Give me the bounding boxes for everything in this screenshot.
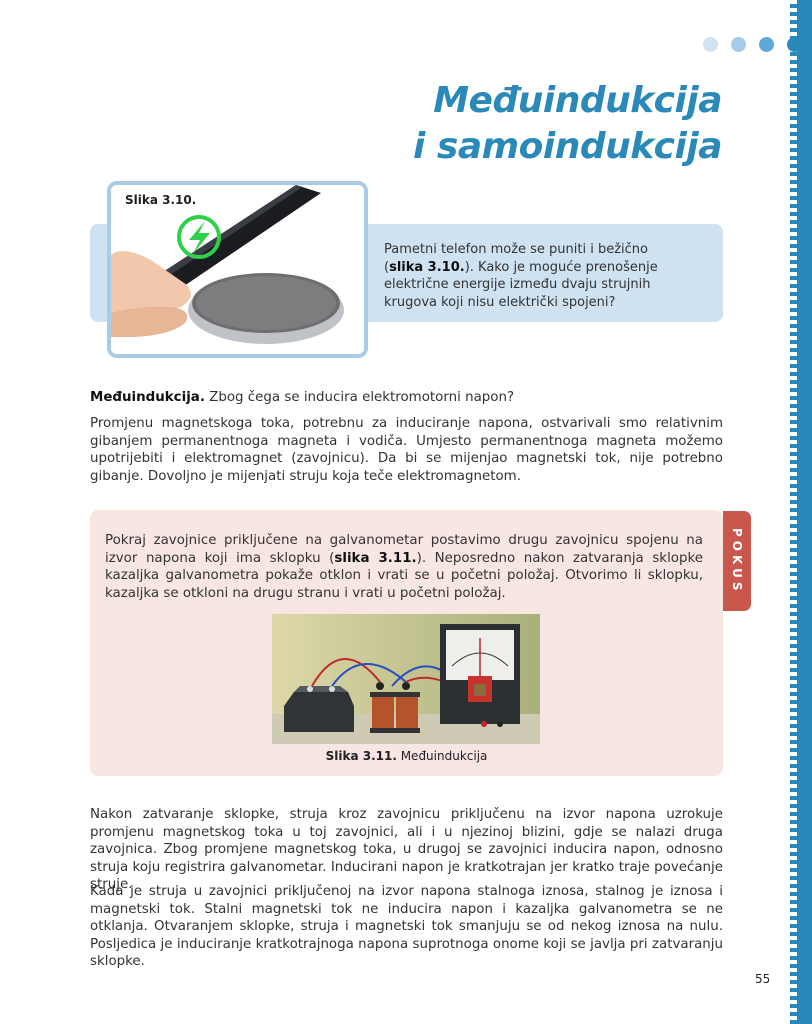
paragraph-switch-closed: Nakon zatvaranje sklopke, struja kroz za… <box>90 807 723 892</box>
intro-text: Pametni telefon može se puniti i bežično… <box>384 242 658 310</box>
title-line-1: Međuindukcija <box>433 80 722 121</box>
paragraph-constant-current: Kada je struja u zavojnici priključenoj … <box>90 884 723 969</box>
wireless-charging-photo: Slika 3.10. <box>107 181 368 358</box>
page-title: Međuindukcija i samoindukcija <box>413 78 722 170</box>
title-line-2: i samoindukcija <box>413 126 722 167</box>
mutual-induction-photo <box>272 614 540 744</box>
experiment-tab: POKUS <box>723 511 751 611</box>
figure-caption-3-11: Slika 3.11. Međuindukcija <box>90 749 723 763</box>
figure-ref: slika 3.10. <box>389 259 465 275</box>
section-heading: Međuindukcija. <box>90 390 205 405</box>
phone-on-charger-illustration <box>111 185 364 354</box>
figure-ref: slika 3.11. <box>334 550 417 566</box>
figure-label-3-10: Slika 3.10. <box>125 193 197 207</box>
dot-1 <box>703 37 718 52</box>
paragraph-magnetic-flux: Promjenu magnetskoga toka, potrebnu za i… <box>90 416 723 484</box>
dot-2 <box>731 37 746 52</box>
experiment-setup-illustration <box>272 614 540 744</box>
page-number: 55 <box>755 972 771 986</box>
dot-4 <box>787 37 802 52</box>
dot-3 <box>759 37 774 52</box>
caption-label: Slika 3.11. <box>325 749 397 763</box>
section-question: Zbog čega se inducira elektromotorni nap… <box>204 390 515 405</box>
page-edge-binding <box>790 0 812 1024</box>
experiment-text: Pokraj zavojnice priključene na galvanom… <box>105 533 703 601</box>
section-intro: Međuindukcija. Zbog čega se inducira ele… <box>90 389 723 407</box>
progress-dots <box>703 37 802 52</box>
experiment-tab-label: POKUS <box>730 527 744 595</box>
caption-text: Međuindukcija <box>396 749 488 763</box>
